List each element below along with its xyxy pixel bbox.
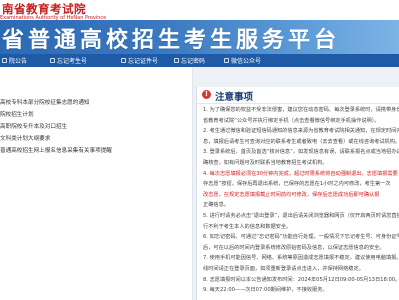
lock-icon: [174, 58, 179, 63]
nav-item-forgot-id-number[interactable]: 忘记证件号: [121, 54, 158, 67]
banner-title: 省普通高校招生考生服务平台: [2, 28, 341, 53]
panel-header: ! 注意事项: [197, 87, 399, 104]
rule-line: 线时间请正在登录页面，如须重新登录请点击进入，并保持网络稳定。: [203, 266, 364, 272]
rule-line: 1. 为了确保您的权益不受非法侵害，建议您在动态密码、每次登录系统时，请携带身份…: [203, 107, 399, 113]
notice-link[interactable]: 高校专科本部分院校征集志愿的通知: [0, 98, 90, 106]
rule-line: 后，可在以后的时间内登录系统修改原始密码及信息，以保证志愿信息的安全。: [203, 244, 385, 251]
rule-line: 存志愿”按钮，保存后再退出系统，已保存的志愿在1小时之内可修改，考生第一次: [203, 181, 391, 188]
notice-link[interactable]: 普通高校招生网上报名信息采集有关事项提醒: [0, 146, 112, 154]
nav-item-forgot-exam-number[interactable]: 忘记考生号: [50, 54, 87, 67]
rule-line: 正确信息。: [203, 202, 229, 209]
bell-icon: [2, 58, 7, 63]
rule-line: 8. 志愿填报时间以本公告通知发布时间：2024年05月12日09:00-05月…: [203, 276, 399, 283]
nav-item-announcement[interactable]: 院公告: [2, 54, 27, 67]
notice-panel: ! 注意事项 1. 为了确保您的权益不受非法侵害，建议您在动态密码、每次登录系统…: [196, 87, 399, 300]
notice-link[interactable]: 院校招生计划: [0, 110, 34, 118]
rule-line: 息，填报后请考生可查询对应的联系考生或者致电（去去查看）或在线咨询考试机构。: [203, 138, 399, 145]
nav-item-label: 微信公众号: [231, 58, 262, 65]
id-card-icon: [121, 58, 126, 63]
banner: 省普通高校招生考生服务平台: [0, 20, 399, 54]
site-header: 南省教育考试院 Examinations Authority of HeNan …: [0, 0, 399, 21]
rule-line: 9. 每天22:00——次日07:00期间维护，不接收服务。: [203, 287, 328, 294]
alert-icon: !: [202, 90, 211, 99]
nav-item-label: 忘记密码: [181, 58, 206, 65]
nav-item-forgot-password[interactable]: 忘记密码: [174, 54, 205, 67]
rule-line: 3. 登录系统后，首页及首选“核对信息”，如发现信息有误，请联系报名点或当地招办…: [203, 149, 399, 156]
nav-item-wechat-account[interactable]: 微信公众号: [224, 54, 261, 67]
nav-item-label: 忘记证件号: [128, 58, 159, 65]
rule-line: 7. 使用手机可能因信号、网络、系统等原因造成志愿填报不稳定，建议使用电脑填报。: [203, 255, 399, 262]
rule-line: 行不利于考生本人的信息和数据安全。: [203, 223, 292, 230]
notice-list: 高校专科本部分院校征集志愿的通知 院校招生计划 高职院校专升本及对口招生 文科类…: [0, 67, 193, 300]
wechat-icon: [224, 58, 229, 63]
rule-line: 5. 进行时请务必点击“退出登录”，退出后请关闭浏览器和网页（仅开启两页时请您直…: [203, 213, 399, 219]
notice-link[interactable]: 文科类计划大纲要求: [0, 134, 50, 142]
panel-title: 注意事项: [215, 92, 254, 103]
rule-line: 2. 考生通过微信和验证短信码通知的信息来源为省教育考试院相关通知，在规定时间内…: [203, 128, 399, 135]
rule-line: 6. 如忘记密码、可通过“忘记密码”功能自行处理，一般情况下忘记考生号、可身份证…: [203, 234, 399, 241]
rule-line: 省教育考试院”公众号并执行绑定手机（点击查看微信号绑定手机操作说明）。: [203, 117, 380, 124]
top-navbar: 院公告 忘记考生号 忘记证件号 忘记密码 微信公众号: [0, 54, 399, 67]
notice-link[interactable]: 高职院校专升本及对口招生: [0, 122, 67, 130]
id-card-icon: [50, 58, 55, 63]
rule-line: 确核查，如有问题可及时联系当地教育招生考试机构。: [203, 160, 328, 166]
rule-line: 4. 每次志愿填报必须在30分钟内完成，超过时限系统将自动强制退出，志愿填报需要: [203, 170, 398, 177]
rule-line: 改志愿，在规定志愿填报截止时间前均可修改，保存后志愿成功后即可确认报: [203, 191, 380, 198]
nav-item-label: 忘记考生号: [57, 58, 88, 65]
main-content: 高校专科本部分院校征集志愿的通知 院校招生计划 高职院校专升本及对口招生 文科类…: [0, 67, 399, 300]
nav-item-label: 院公告: [9, 58, 28, 65]
